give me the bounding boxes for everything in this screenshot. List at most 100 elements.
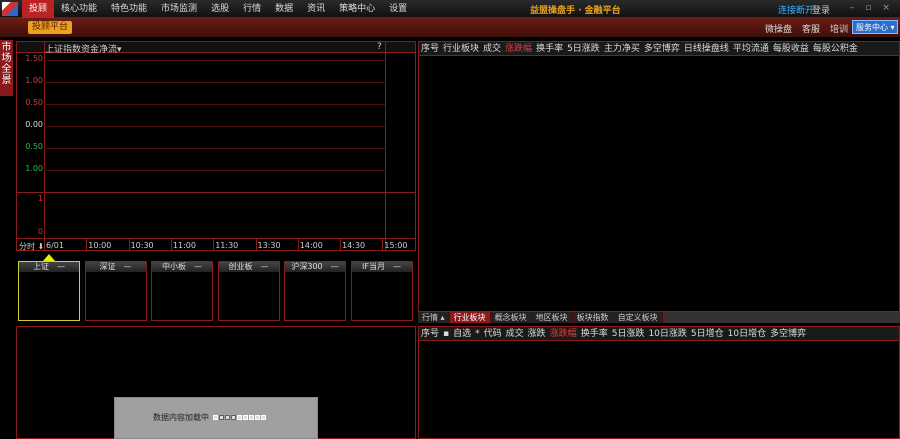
column-header[interactable]: 5日涨跌	[610, 327, 647, 340]
column-header[interactable]: 成交	[481, 42, 503, 55]
customer-service-link[interactable]: 客服	[802, 22, 820, 35]
index-name: 沪深300	[291, 262, 323, 271]
index-card[interactable]: 上证 —	[18, 261, 80, 321]
window-controls[interactable]: – ▫ ×	[850, 3, 894, 13]
column-header[interactable]: 涨跌幅	[503, 42, 534, 55]
selected-indicator-icon	[43, 254, 55, 261]
column-header[interactable]: 主力净买	[602, 42, 642, 55]
menu-features[interactable]: 特色功能	[104, 0, 154, 18]
menu-data[interactable]: 数据	[268, 0, 300, 18]
tab-4[interactable]: 板块指数	[573, 312, 614, 323]
index-card[interactable]: 沪深300 —	[284, 261, 346, 321]
column-header[interactable]: 多空博弈	[768, 327, 808, 340]
sector-table-header: 序号 行业板块 成交 涨跌幅 换手率 5日涨跌 主力净买 多空博弈 日线操盘线 平均流通 每股收益每…	[419, 42, 899, 56]
login-link[interactable]: 登录	[812, 3, 830, 16]
gridline	[382, 238, 384, 250]
column-header[interactable]: 序号	[419, 327, 441, 340]
index-card[interactable]: 深证 —	[84, 261, 147, 321]
service-center-dropdown[interactable]: 服务中心 ▾	[852, 20, 898, 34]
connection-status[interactable]: 连接断开	[778, 3, 814, 16]
gridline	[128, 238, 130, 250]
loading-dialog: 数据内容加载中	[114, 397, 318, 439]
sector-table: 序号 行业板块 成交 涨跌幅 换手率 5日涨跌 主力净买 多空博弈 日线操盘线 平均流通 每股收益每…	[418, 41, 900, 312]
menu-core[interactable]: 核心功能	[54, 0, 104, 18]
horizontal-scrollbar[interactable]	[662, 312, 900, 323]
column-header[interactable]: 10日增仓	[726, 327, 768, 340]
help-icon[interactable]: ?	[377, 42, 382, 52]
index-card[interactable]: 中小板 —	[151, 261, 213, 321]
x-axis-label: 14:30	[342, 241, 366, 250]
training-link[interactable]: 培训	[830, 22, 848, 35]
tab-0[interactable]: 行情 ▴	[418, 312, 450, 323]
app-title: 益盟操盘手 · 金融平台	[530, 6, 621, 16]
column-header[interactable]: 换手率	[534, 42, 565, 55]
toolbar: 投顾平台 微操盘 客服 培训	[0, 18, 900, 37]
gridline	[44, 126, 385, 127]
column-header[interactable]: 成交	[504, 327, 526, 340]
index-card[interactable]: IF当月 —	[350, 261, 413, 321]
gridline	[44, 170, 385, 171]
indicator-dropdown[interactable]: 资金净流▾	[81, 42, 122, 55]
lower-y-label: 0	[37, 227, 43, 236]
gridline	[44, 60, 385, 61]
sidebar-tab-market-overview[interactable]: 市场全景	[0, 40, 13, 96]
index-card-title: 中小板 —	[152, 262, 212, 272]
column-header[interactable]: *	[473, 327, 482, 340]
column-header[interactable]: ▪	[441, 327, 451, 340]
index-card-title: 深证 —	[85, 262, 146, 272]
column-header[interactable]: 代码	[482, 327, 504, 340]
index-card-title: 创业板 —	[218, 262, 279, 272]
menu-stock-pick[interactable]: 选股	[204, 0, 236, 18]
index-name: 深证	[99, 262, 116, 271]
loading-progress-icon	[212, 413, 266, 422]
menu-monitor[interactable]: 市场监测	[154, 0, 204, 18]
column-header[interactable]: 5日增仓	[689, 327, 726, 340]
index-card[interactable]: 创业板 —	[217, 261, 280, 321]
column-header[interactable]: 每股公积金	[811, 42, 860, 55]
x-axis-label: 10:30	[130, 241, 154, 250]
intraday-chart: 上证指数 资金净流▾ ? 1 0 分时 ⬇ 1.50 1.00 0.50 0.00 0.…	[16, 41, 416, 251]
tab-5[interactable]: 自定义板块	[614, 312, 663, 323]
menu-advisor[interactable]: 投顾	[22, 0, 55, 18]
period-label: 分时	[19, 242, 35, 251]
gridline	[86, 238, 88, 250]
tab-3[interactable]: 地区板块	[532, 312, 573, 323]
index-value: —	[194, 262, 202, 271]
column-header[interactable]: 每股收益	[771, 42, 811, 55]
index-card-title: 上证 —	[19, 262, 79, 272]
y-axis-label: 0.00	[25, 120, 43, 129]
y-axis-label: 0.50	[25, 142, 43, 151]
column-header[interactable]: 行业板块	[441, 42, 481, 55]
menu-settings[interactable]: 设置	[382, 0, 414, 18]
column-header[interactable]: 平均流通	[731, 42, 771, 55]
column-header[interactable]: 序号	[419, 42, 441, 55]
divider	[17, 192, 415, 193]
micro-trade-link[interactable]: 微操盘	[765, 22, 792, 35]
column-header[interactable]: 10日涨跌	[646, 327, 688, 340]
column-header[interactable]: 涨跌幅	[548, 327, 579, 340]
tab-2[interactable]: 概念板块	[491, 312, 532, 323]
index-name: IF当月	[362, 262, 385, 271]
column-header[interactable]: 涨跌	[526, 327, 548, 340]
column-header[interactable]: 多空博弈	[642, 42, 682, 55]
gridline	[44, 82, 385, 83]
advisor-platform-button[interactable]: 投顾平台	[28, 21, 73, 34]
menu-quotes[interactable]: 行情	[236, 0, 268, 18]
gridline	[213, 238, 215, 250]
column-header[interactable]: 换手率	[579, 327, 610, 340]
period-toggle[interactable]: 分时 ⬇	[19, 241, 44, 252]
menu-news[interactable]: 资讯	[300, 0, 332, 18]
menu-strategy[interactable]: 策略中心	[332, 0, 382, 18]
x-axis-label: 14:00	[299, 241, 323, 250]
column-header[interactable]: 自选	[451, 327, 473, 340]
column-header[interactable]: 5日涨跌	[565, 42, 602, 55]
gridline	[297, 238, 299, 250]
index-value: —	[57, 262, 65, 271]
gridline	[44, 148, 385, 149]
x-axis-label: 10:00	[88, 241, 112, 250]
x-axis-label: 11:30	[215, 241, 239, 250]
index-card-title: 沪深300 —	[285, 262, 345, 272]
column-header[interactable]: 日线操盘线	[682, 42, 731, 55]
x-axis-label: 15:00	[384, 241, 408, 250]
tab-1[interactable]: 行业板块	[449, 312, 491, 323]
